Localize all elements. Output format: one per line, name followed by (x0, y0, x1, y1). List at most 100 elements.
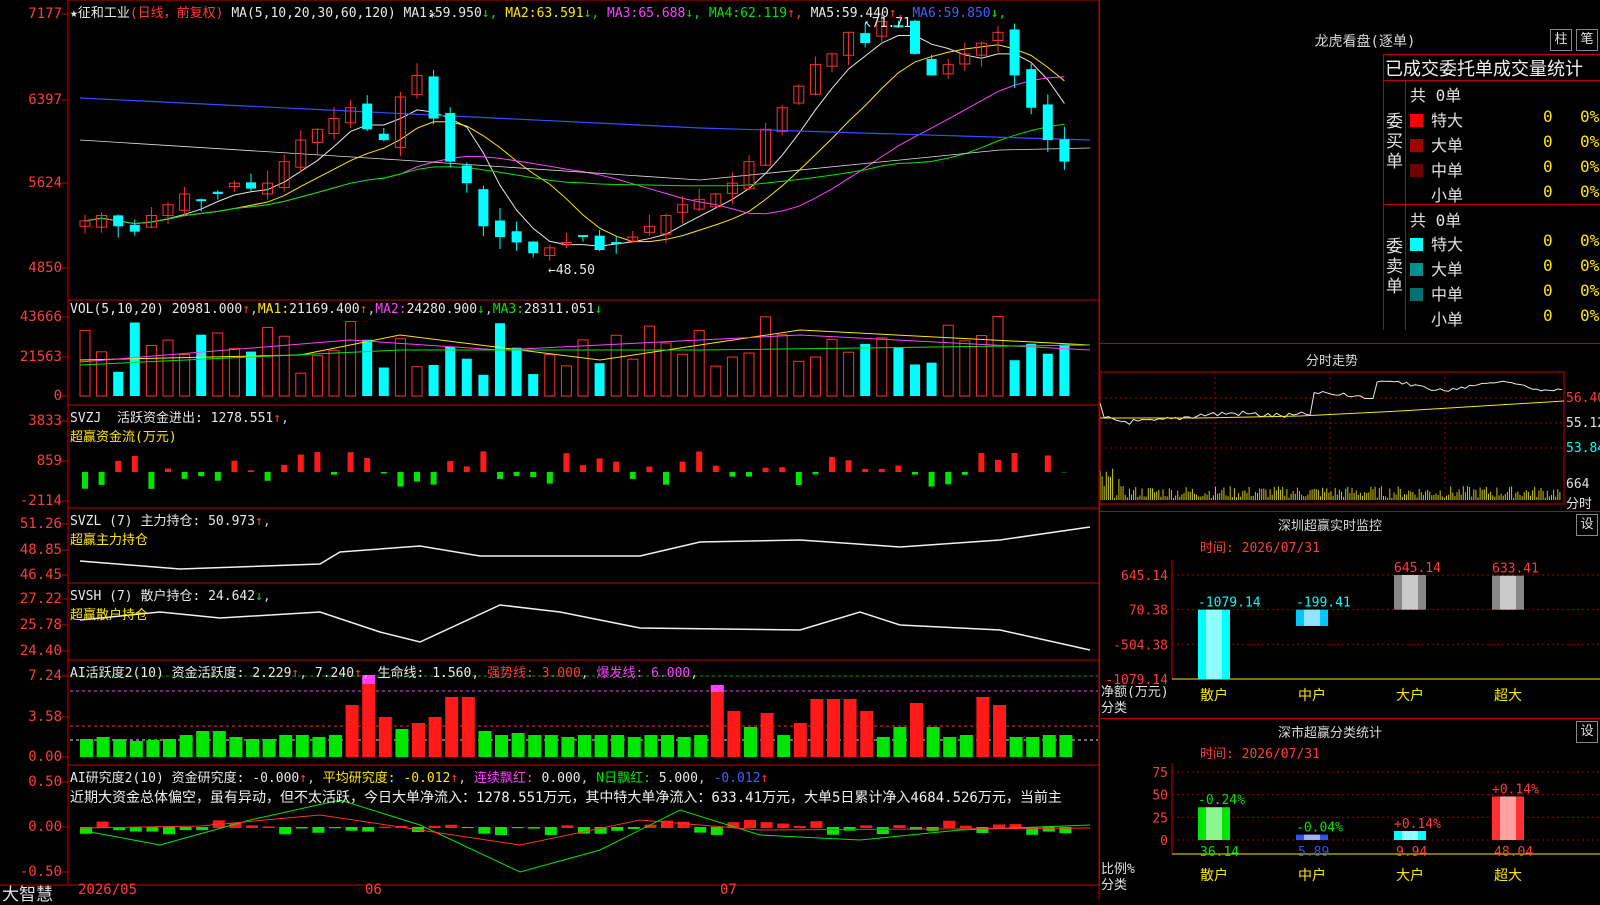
ma-arrow-1: ↓, (482, 6, 505, 21)
vol-bar (893, 348, 903, 396)
ai-active-bar (678, 737, 691, 757)
ai-active-bar (113, 739, 126, 757)
ai-research-bar (196, 827, 208, 830)
bar-shine (1500, 796, 1516, 840)
row-percent: 0% (1580, 157, 1599, 176)
tick-mode-button[interactable]: 笔 (1576, 29, 1598, 51)
burst-marker (711, 685, 724, 692)
svzj-bar (729, 472, 735, 477)
chart-mode[interactable]: (日线，前复权) (130, 6, 224, 21)
svzj-bar (480, 451, 486, 472)
bar-value-label: 633.41 (1492, 562, 1539, 577)
svzj-subtitle: 超赢资金流(万元) (70, 430, 177, 445)
intraday-price-mid: 55.12 (1566, 416, 1600, 431)
svzj-bar (962, 472, 968, 475)
candle-down (927, 59, 937, 75)
sz-monitor-chart: 645.1470.38-504.38-1079.14-1079.14散户-199… (1100, 555, 1600, 715)
vol-bar (213, 333, 223, 396)
vol-bar (744, 353, 754, 396)
price-axis-3: 5624 (2, 175, 62, 191)
vol-bar (943, 325, 953, 396)
row-label: 大单 (1431, 260, 1463, 279)
bar-shine (1304, 610, 1320, 626)
intraday-vol-label: 分时 (1566, 493, 1592, 512)
vol-bar (445, 347, 455, 396)
axis-tick-label: 70.38 (1129, 604, 1168, 619)
vol-bar (794, 361, 804, 396)
ai-active-bar (97, 737, 110, 757)
ai-active-bar (279, 735, 292, 757)
y-axis-ticks (62, 14, 68, 872)
candle-down (578, 235, 588, 237)
candle-down (196, 199, 206, 201)
svzj-bars (82, 451, 1067, 488)
ai-active-bar (661, 735, 674, 757)
intraday-chart[interactable] (1100, 368, 1600, 510)
ma-arrow-3: ↓, (685, 6, 708, 21)
date-start: 2026/05 (78, 882, 137, 898)
ma-line-6 (80, 98, 1090, 140)
dragon-subtitle: 已成交委托单成交量统计 (1385, 55, 1583, 81)
price-axis-4: 4850 (2, 260, 62, 276)
ai-active-bar (1010, 737, 1023, 757)
svzj-bar (630, 472, 636, 479)
vol-bar (528, 374, 538, 396)
vol-bar (163, 340, 173, 396)
row-color-swatch (1410, 263, 1423, 276)
row-percent: 0% (1580, 231, 1599, 250)
row-count: 0 (1543, 157, 1553, 176)
row-percent: 0% (1580, 107, 1599, 126)
row-label: 中单 (1431, 161, 1463, 180)
svsh-axis-mid: 25.78 (2, 617, 62, 633)
sz-monitor-settings-button[interactable]: 设 (1576, 514, 1598, 536)
vol-bar (80, 330, 90, 396)
ma-arrow-5: ↑, (889, 6, 912, 21)
stock-name[interactable]: ★征和工业 (70, 6, 130, 21)
ai-active-bar (761, 713, 774, 757)
svzl-title: SVZL (7) 主力持仓: 50.973↑, 超赢主力持仓 (70, 510, 271, 548)
bar-mode-button[interactable]: 柱 (1550, 29, 1572, 51)
sz-class-border (1100, 718, 1600, 719)
vol-bar (595, 363, 605, 396)
ai-active-bar (263, 739, 276, 757)
vol-bar (462, 359, 472, 396)
ai-active-bar (213, 731, 226, 757)
ai-active-bar (943, 737, 956, 757)
svzj-bar (182, 472, 188, 479)
svzj-axis-bottom: -2114 (2, 493, 62, 509)
ai-research-bar (478, 827, 490, 834)
vol-bar (362, 340, 372, 396)
vol-bar (146, 345, 156, 396)
svzj-bar (447, 461, 453, 472)
ai-active-bar (462, 697, 475, 757)
svzj-axis-mid: 859 (2, 453, 62, 469)
category-label: 超大 (1494, 688, 1522, 704)
ai-active-bar (163, 739, 176, 757)
vol-bar (229, 348, 239, 396)
svsh-axis-bottom: 24.40 (2, 643, 62, 659)
category-label: 中户 (1298, 867, 1326, 884)
category-label: 散户 (1200, 687, 1228, 704)
svsh-subtitle: 超赢散户持仓 (70, 608, 148, 623)
svzj-bar (746, 472, 752, 477)
svzj-bar (132, 456, 138, 472)
vol-bar (1059, 345, 1069, 396)
ai-active-bar (727, 711, 740, 757)
ai-active-bar (180, 735, 193, 757)
ai-research-bar (1043, 827, 1055, 832)
svzj-bar (829, 457, 835, 472)
kline-chart-area[interactable]: ↖71.71 ←48.50 * (0, 0, 1100, 900)
vol-bar (578, 340, 588, 396)
bar-shine (1206, 610, 1222, 679)
row-count: 0 (1543, 306, 1553, 325)
svzj-bar (696, 452, 702, 472)
ai-research-bar (711, 827, 723, 835)
svzj-bar (281, 465, 287, 472)
ai-active-bar (296, 735, 309, 757)
ai-active-bar (976, 697, 989, 757)
sz-class-settings-button[interactable]: 设 (1576, 721, 1598, 743)
share-value-label: 9.94 (1396, 845, 1427, 860)
ai-research-bar (528, 827, 540, 829)
ai-active-bar (844, 699, 857, 757)
ai-active-bar (628, 737, 641, 757)
